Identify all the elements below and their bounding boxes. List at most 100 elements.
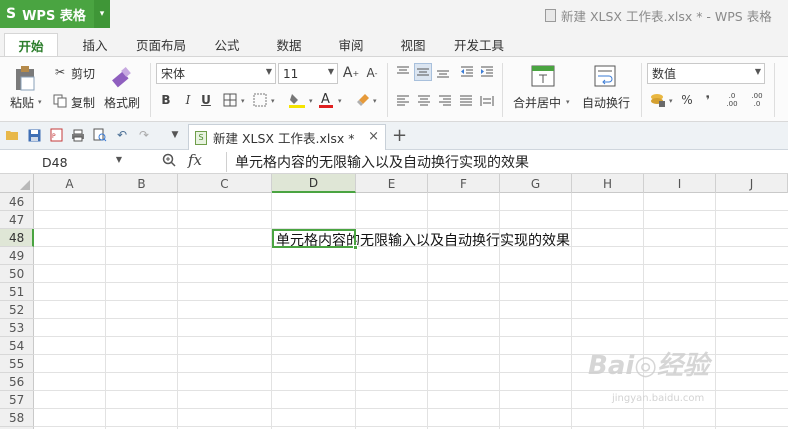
percent-button[interactable]: % <box>680 92 694 108</box>
row-header-57[interactable]: 57 <box>0 391 34 409</box>
wrap-text-button[interactable]: 自动换行 <box>582 94 630 111</box>
document-tab[interactable]: S 新建 XLSX 工作表.xlsx * × <box>188 124 386 150</box>
align-center-icon[interactable] <box>416 94 432 108</box>
tab-review[interactable]: 审阅 <box>328 33 374 56</box>
align-left-icon[interactable] <box>395 94 411 108</box>
merge-dropdown-icon[interactable]: ▾ <box>566 98 570 106</box>
align-right-icon[interactable] <box>437 94 453 108</box>
decrease-indent-icon[interactable] <box>459 65 475 79</box>
row-header-54[interactable]: 54 <box>0 337 34 355</box>
save-icon[interactable] <box>27 128 41 142</box>
tab-developer[interactable]: 开发工具 <box>446 33 512 56</box>
font-name-select[interactable]: 宋体 ▼ <box>156 63 276 84</box>
increase-decimal-button[interactable]: .0 .00 <box>723 91 741 109</box>
row-header-50[interactable]: 50 <box>0 265 34 283</box>
format-painter-icon[interactable] <box>108 64 134 90</box>
underline-button[interactable]: U <box>199 92 213 108</box>
paste-button[interactable]: 粘贴 <box>10 94 34 111</box>
column-header-d[interactable]: D <box>272 174 356 193</box>
font-size-select[interactable]: 11 ▼ <box>278 63 338 84</box>
cut-button[interactable]: 剪切 <box>71 65 95 82</box>
align-middle-icon[interactable] <box>414 63 432 81</box>
name-box[interactable]: D48 ▼ <box>2 152 126 172</box>
bold-button[interactable]: B <box>159 92 173 108</box>
merge-center-icon[interactable] <box>530 64 556 88</box>
increase-indent-icon[interactable] <box>479 65 495 79</box>
currency-dropdown-icon[interactable]: ▾ <box>669 97 673 105</box>
row-header-51[interactable]: 51 <box>0 283 34 301</box>
row-header-48[interactable]: 48 <box>0 229 34 247</box>
justify-icon[interactable] <box>458 94 474 108</box>
column-header-j[interactable]: J <box>716 174 788 193</box>
comma-button[interactable]: ❜ <box>702 92 714 108</box>
clear-format-icon[interactable] <box>356 91 372 107</box>
open-folder-icon[interactable] <box>5 128 19 142</box>
font-color-dropdown-icon[interactable]: ▾ <box>338 97 342 105</box>
chevron-down-icon[interactable]: ▾ <box>94 0 110 28</box>
borders-dropdown-icon[interactable]: ▾ <box>241 97 245 105</box>
row-header-52[interactable]: 52 <box>0 301 34 319</box>
row-header-49[interactable]: 49 <box>0 247 34 265</box>
align-top-icon[interactable] <box>395 65 411 79</box>
print-preview-icon[interactable] <box>93 128 107 142</box>
fill-pattern-icon[interactable] <box>252 92 268 108</box>
column-header-g[interactable]: G <box>500 174 572 193</box>
number-format-select[interactable]: 数值 ▼ <box>647 63 765 84</box>
scissors-icon[interactable]: ✂ <box>53 65 67 79</box>
fill-dropdown-icon[interactable]: ▾ <box>309 97 313 105</box>
clear-dropdown-icon[interactable]: ▾ <box>373 97 377 105</box>
tab-data[interactable]: 数据 <box>266 33 312 56</box>
italic-button[interactable]: I <box>181 92 195 108</box>
fill-handle[interactable] <box>353 245 358 250</box>
merge-center-button[interactable]: 合并居中 <box>513 94 561 111</box>
app-menu-button[interactable]: S WPS 表格 ▾ <box>0 0 110 28</box>
decrease-decimal-button[interactable]: .00 .0 <box>748 91 766 109</box>
active-cell-d48[interactable] <box>272 229 358 250</box>
column-header-a[interactable]: A <box>34 174 106 193</box>
decrease-font-icon[interactable]: A- <box>364 64 380 82</box>
tab-view[interactable]: 视图 <box>390 33 436 56</box>
column-header-h[interactable]: H <box>572 174 644 193</box>
paste-dropdown-icon[interactable]: ▾ <box>38 98 42 106</box>
align-bottom-icon[interactable] <box>435 65 451 79</box>
wrap-text-icon[interactable] <box>593 64 617 88</box>
format-painter-button[interactable]: 格式刷 <box>104 94 140 111</box>
close-icon[interactable]: × <box>368 129 379 144</box>
zoom-magnifier-icon[interactable] <box>162 153 176 171</box>
tab-page-layout[interactable]: 页面布局 <box>130 33 192 56</box>
insert-function-button[interactable]: fx <box>188 151 202 169</box>
row-header-46[interactable]: 46 <box>0 193 34 211</box>
undo-icon[interactable]: ↶ <box>115 128 129 142</box>
fill-color-icon[interactable] <box>288 91 306 109</box>
copy-icon[interactable] <box>53 94 67 108</box>
row-header-47[interactable]: 47 <box>0 211 34 229</box>
print-icon[interactable] <box>71 128 85 142</box>
increase-font-icon[interactable]: A + <box>343 64 359 82</box>
export-pdf-icon[interactable]: P <box>49 128 63 142</box>
column-header-c[interactable]: C <box>178 174 272 193</box>
row-header-58[interactable]: 58 <box>0 409 34 427</box>
column-header-f[interactable]: F <box>428 174 500 193</box>
chevron-down-icon[interactable]: ▼ <box>116 155 122 164</box>
column-header-b[interactable]: B <box>106 174 178 193</box>
distributed-align-icon[interactable] <box>479 94 495 108</box>
redo-icon[interactable]: ↷ <box>137 128 151 142</box>
paste-icon[interactable] <box>12 65 38 91</box>
row-header-53[interactable]: 53 <box>0 319 34 337</box>
tab-formulas[interactable]: 公式 <box>204 33 250 56</box>
pattern-dropdown-icon[interactable]: ▾ <box>271 97 275 105</box>
currency-icon[interactable] <box>650 92 666 108</box>
customize-qat-icon[interactable]: ▼ <box>168 128 182 142</box>
column-header-i[interactable]: I <box>644 174 716 193</box>
column-header-e[interactable]: E <box>356 174 428 193</box>
select-all-corner[interactable] <box>0 174 34 193</box>
row-header-56[interactable]: 56 <box>0 373 34 391</box>
borders-icon[interactable] <box>222 92 238 108</box>
formula-input[interactable]: 单元格内容的无限输入以及自动换行实现的效果 <box>226 152 788 172</box>
row-header-55[interactable]: 55 <box>0 355 34 373</box>
new-tab-button[interactable]: + <box>392 125 407 146</box>
font-color-icon[interactable]: A <box>318 90 334 109</box>
copy-button[interactable]: 复制 <box>71 94 95 111</box>
tab-home[interactable]: 开始 <box>4 33 58 56</box>
tab-insert[interactable]: 插入 <box>72 33 118 56</box>
